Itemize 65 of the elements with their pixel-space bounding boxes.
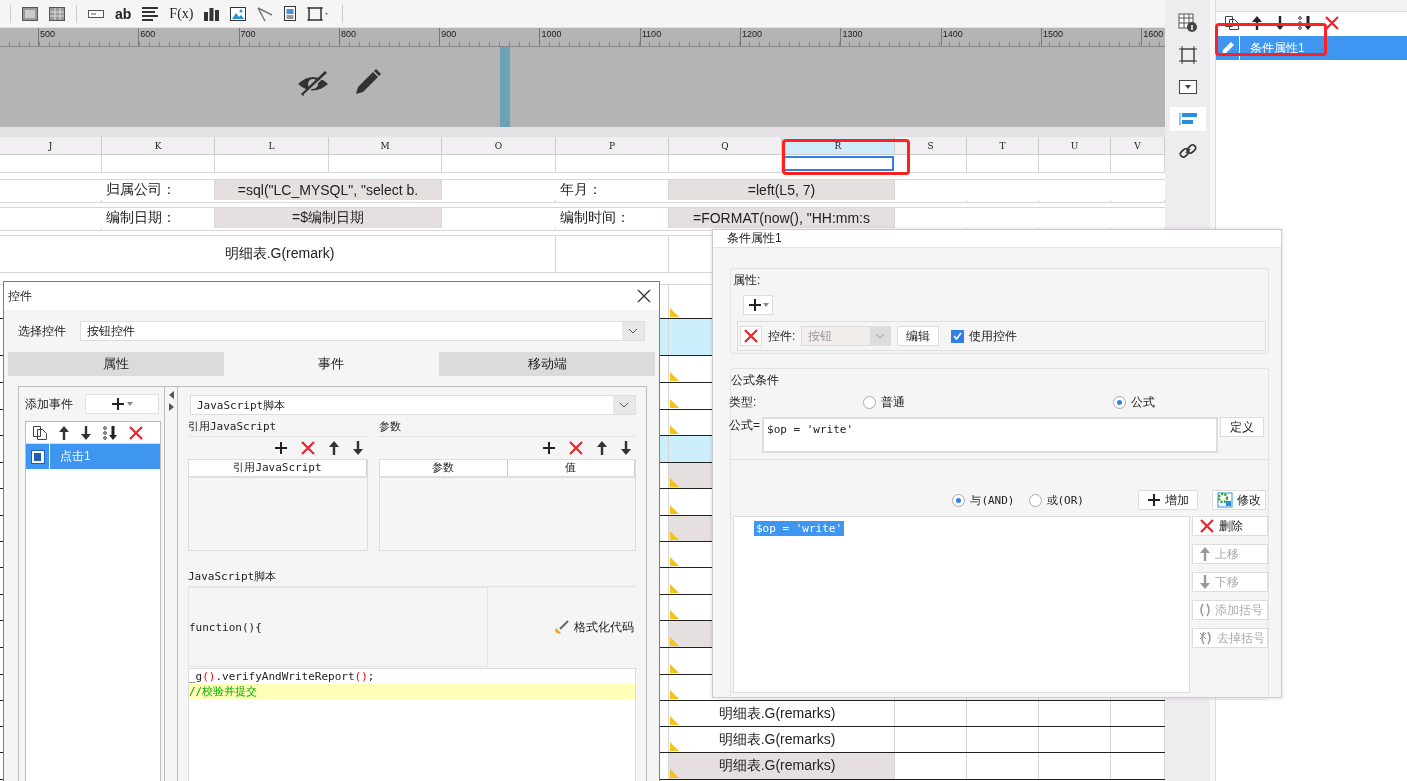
format-code-button[interactable]: 格式化代码: [554, 618, 634, 636]
control-select[interactable]: 按钮控件: [80, 321, 645, 341]
column-header[interactable]: K: [102, 137, 215, 154]
code-line: _g().verifyAndWriteReport();: [189, 669, 376, 684]
tab[interactable]: 属性: [8, 352, 224, 376]
column-header[interactable]: U: [1039, 137, 1111, 154]
edit-button[interactable]: 编辑: [897, 326, 940, 346]
table-cell[interactable]: =FORMAT(now(), "HH:mm:s: [669, 208, 895, 228]
section-title: 参数: [379, 420, 401, 433]
column-header[interactable]: L: [215, 137, 329, 154]
function-header: function(){: [189, 620, 262, 634]
radio-label: 普通: [881, 394, 905, 411]
ruler-label: 1600: [1143, 29, 1164, 39]
table-cell[interactable]: =sql("LC_MYSQL", "select b.: [215, 180, 442, 200]
define-button[interactable]: 定义: [1220, 417, 1264, 437]
dialog-title: 控件: [8, 287, 32, 305]
checkbox-label: 使用控件: [969, 327, 1018, 345]
group-label: 属性:: [733, 273, 761, 287]
ruler-label: 1400: [942, 29, 963, 39]
table-cell[interactable]: 明细表.G(remark): [0, 236, 556, 272]
text-tool[interactable]: ab: [115, 5, 132, 22]
tab[interactable]: 移动端: [439, 352, 655, 376]
code-editor[interactable]: _g().verifyAndWriteReport(); //校验并提交: [188, 668, 636, 781]
table-cell[interactable]: 明细表.G(remarks): [669, 701, 895, 726]
field-label: 添加事件: [25, 395, 73, 413]
table-cell[interactable]: 明细表.G(remarks): [669, 753, 895, 779]
column-header[interactable]: P: [556, 137, 669, 154]
column-header: 值: [507, 460, 635, 476]
ruler-label: 1000: [541, 29, 562, 39]
ruler-label: 1200: [742, 29, 763, 39]
event-type-select[interactable]: JavaScript脚本: [190, 395, 636, 415]
radio-label: 与(AND): [970, 492, 1015, 508]
table-cell[interactable]: =$编制日期: [215, 208, 442, 228]
dialog-title: 条件属性1: [727, 230, 782, 247]
column-header[interactable]: M: [329, 137, 442, 154]
radio-label: 公式: [1131, 394, 1155, 411]
ruler-label: 900: [441, 29, 457, 39]
column-header: 参数: [380, 460, 508, 476]
ruler-label: 1500: [1042, 29, 1063, 39]
ruler-label: 500: [40, 29, 56, 39]
ruler-label: 600: [140, 29, 156, 39]
section-title: JavaScript脚本: [188, 570, 277, 583]
list-action-button[interactable]: 删除: [1192, 516, 1268, 536]
column-header[interactable]: T: [967, 137, 1039, 154]
field-label: 控件:: [768, 327, 796, 345]
group-label: 公式条件: [731, 373, 779, 387]
modify-button[interactable]: 修改: [1212, 490, 1266, 510]
column-header[interactable]: J: [0, 137, 102, 154]
table-cell[interactable]: 明细表.G(remarks): [669, 727, 895, 752]
field-label: 类型:: [729, 394, 758, 411]
field-label: 公式=: [729, 417, 760, 434]
radio-label: 或(OR): [1046, 492, 1084, 508]
formula-field[interactable]: $op = 'write': [762, 417, 1218, 453]
add-button[interactable]: 增加: [1138, 490, 1198, 510]
column-header[interactable]: O: [442, 137, 556, 154]
field-label: 选择控件: [18, 322, 66, 340]
ruler-label: 1300: [842, 29, 863, 39]
ruler-label: 700: [240, 29, 256, 39]
table-cell[interactable]: =left(L5, 7): [669, 180, 895, 200]
formula-tool[interactable]: F(x): [169, 5, 194, 22]
ruler-label: 1100: [641, 29, 662, 39]
section-title: 引用JavaScript: [188, 420, 277, 433]
column-header[interactable]: S: [895, 137, 967, 154]
column-header: 引用JavaScript: [189, 460, 367, 476]
ruler-label: 800: [340, 29, 356, 39]
